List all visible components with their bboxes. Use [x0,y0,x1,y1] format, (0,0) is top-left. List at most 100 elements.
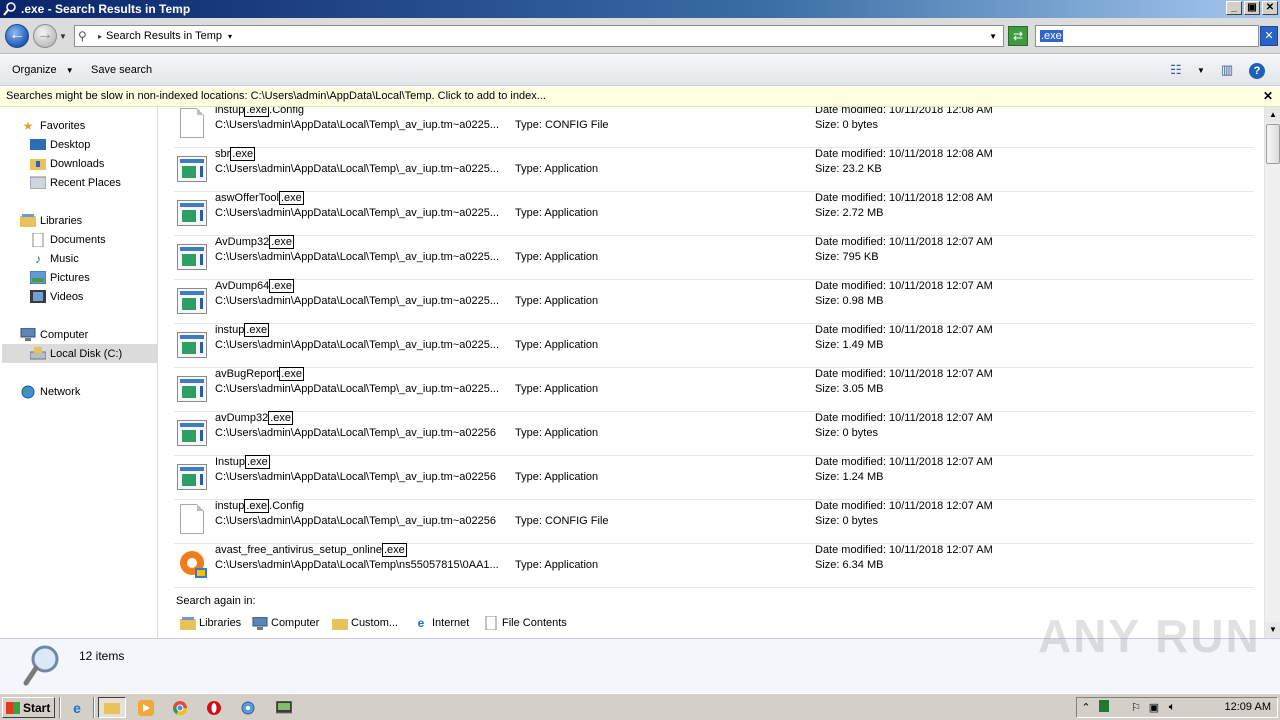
network-tray-icon[interactable]: ▣ [1145,701,1163,714]
nav-videos[interactable]: Videos [30,287,83,306]
result-row[interactable]: avBugReport .exe C:\Users\admin\AppData\Lo… [174,367,1254,412]
file-name[interactable]: instup .exe .Config [215,499,305,513]
organize-button[interactable]: Organize ▼ [12,64,74,76]
nav-label: Libraries [40,214,83,227]
address-field[interactable]: ⚲ ▸ Search Results in Temp ▾ ▼ [74,25,1004,47]
chevron-right-icon[interactable]: ▸ [98,32,102,41]
file-type: Type: Application [515,383,599,395]
nav-pictures[interactable]: Pictures [30,268,90,287]
file-name-stem: avBugReport [215,368,280,380]
file-type: Type: Application [515,339,599,351]
date-modified: Date modified: 10/11/2018 12:08 AM [815,192,993,204]
history-dropdown-icon[interactable]: ▼ [59,32,67,41]
search-again-libraries[interactable]: Libraries [180,616,241,630]
nav-music[interactable]: ♪ Music [30,249,79,268]
result-row[interactable]: avDump32 .exe C:\Users\admin\AppData\Local… [174,411,1254,456]
scroll-up-icon[interactable]: ▲ [1265,107,1280,123]
back-button[interactable]: ← [5,24,29,48]
chevron-down-icon[interactable]: ▾ [228,32,232,41]
nav-favorites[interactable]: ★ Favorites [20,116,86,135]
scroll-down-icon[interactable]: ▼ [1265,622,1280,638]
scroll-thumb[interactable] [1266,124,1280,164]
file-name[interactable]: AvDump64 .exe [215,279,295,293]
result-row[interactable]: avast_free_antivirus_setup_online .exe C:\… [174,543,1254,588]
result-row[interactable]: AvDump64 .exe C:\Users\admin\AppData\Local… [174,279,1254,324]
breadcrumb[interactable]: Search Results in Temp [106,30,222,42]
file-name[interactable]: Instup .exe [215,455,270,469]
search-again-internet[interactable]: e Internet [413,616,470,630]
address-dropdown-icon[interactable]: ▼ [989,32,997,41]
vertical-scrollbar[interactable]: ▲ ▼ [1264,107,1280,638]
close-button[interactable]: ✕ [1262,1,1278,15]
search-again-computer[interactable]: Computer [252,616,319,630]
terminal-app-icon[interactable] [270,697,298,718]
chrome-icon[interactable] [166,697,194,718]
index-info-bar[interactable]: Searches might be slow in non-indexed lo… [0,87,1280,107]
result-row[interactable]: aswOfferTool .exe C:\Users\admin\AppData\L… [174,191,1254,236]
action-center-flag-icon[interactable]: ⚐ [1127,701,1145,714]
internet-explorer-icon[interactable]: e [63,697,91,718]
file-name[interactable]: avBugReport .exe [215,367,305,381]
result-row[interactable]: instup .exe .Config C:\Users\admin\AppData\… [174,499,1254,544]
taskbar: Start e ⌃ ⚐ ▣ 🔈︎ 12:09 AM [0,693,1280,720]
tray-app-icon[interactable] [1095,700,1113,715]
save-search-button[interactable]: Save search [91,64,152,76]
forward-button[interactable]: → [33,24,57,48]
settings-app-icon[interactable] [234,697,262,718]
results-list[interactable]: instup .exe .Config C:\Users\admin\AppData\… [160,107,1264,638]
nav-computer[interactable]: Computer [20,325,88,344]
application-icon [177,244,207,270]
file-name[interactable]: aswOfferTool .exe [215,191,304,205]
result-row[interactable]: AvDump32 .exe C:\Users\admin\AppData\Local… [174,235,1254,280]
title-bar[interactable]: .exe - Search Results in Temp _ ▣ ✕ [0,0,1280,18]
file-type: Type: Application [515,559,599,571]
nav-documents[interactable]: Documents [30,230,106,249]
search-hit-highlight: .exe [269,279,295,293]
explorer-taskbar-button[interactable] [98,697,126,718]
search-again-custom[interactable]: Custom... [332,616,398,630]
file-name[interactable]: instup .exe .Config [215,107,304,117]
views-icon[interactable]: ☷ [1170,62,1182,78]
file-name[interactable]: avDump32 .exe [215,411,293,425]
nav-network[interactable]: Network [20,382,80,401]
media-player-icon[interactable] [132,697,160,718]
file-type: Type: Application [515,427,599,439]
magnifier-icon [22,643,62,687]
application-icon [177,156,207,182]
file-type: Type: Application [515,163,599,175]
result-row[interactable]: instup .exe .Config C:\Users\admin\AppData\… [174,107,1254,148]
file-name[interactable]: sbr .exe [215,147,256,161]
clock[interactable]: 12:09 AM [1225,701,1271,713]
file-name[interactable]: avast_free_antivirus_setup_online .exe [215,543,407,557]
file-name[interactable]: instup .exe [215,323,270,337]
search-input[interactable]: .exe [1035,25,1259,47]
views-dropdown-icon[interactable]: ▼ [1197,66,1205,75]
result-row[interactable]: Instup .exe C:\Users\admin\AppData\Local\T… [174,455,1254,500]
search-again-file-contents[interactable]: File Contents [483,616,567,630]
volume-icon[interactable]: 🔈︎ [1163,701,1181,714]
document-icon [180,504,204,534]
nav-downloads[interactable]: Downloads [30,154,104,173]
watermark-logo: ANY RUN [1038,610,1261,662]
result-row[interactable]: sbr .exe C:\Users\admin\AppData\Local\Temp… [174,147,1254,192]
clear-search-button[interactable]: ✕ [1260,26,1278,46]
nav-libraries[interactable]: Libraries [20,211,82,230]
search-again-item-label: File Contents [502,617,567,629]
help-icon[interactable]: ? [1249,63,1265,79]
nav-desktop[interactable]: Desktop [30,135,90,154]
file-name[interactable]: AvDump32 .exe [215,235,295,249]
file-name-suffix: .Config [269,500,305,512]
opera-icon[interactable] [200,697,228,718]
close-icon[interactable]: ✕ [1263,89,1273,103]
file-name-stem: instup [215,107,245,116]
result-row[interactable]: instup .exe C:\Users\admin\AppData\Local\T… [174,323,1254,368]
chevron-up-icon[interactable]: ⌃ [1077,701,1095,714]
nav-recent-places[interactable]: Recent Places [30,173,121,192]
nav-local-disk[interactable]: Local Disk (C:) [2,344,157,363]
search-hit-highlight: .exe [269,235,295,249]
minimize-button[interactable]: _ [1226,1,1242,15]
refresh-button[interactable]: ⇄ [1008,26,1028,46]
preview-pane-icon[interactable]: ▥ [1221,62,1233,78]
start-button[interactable]: Start [2,697,55,718]
maximize-button[interactable]: ▣ [1244,1,1260,15]
